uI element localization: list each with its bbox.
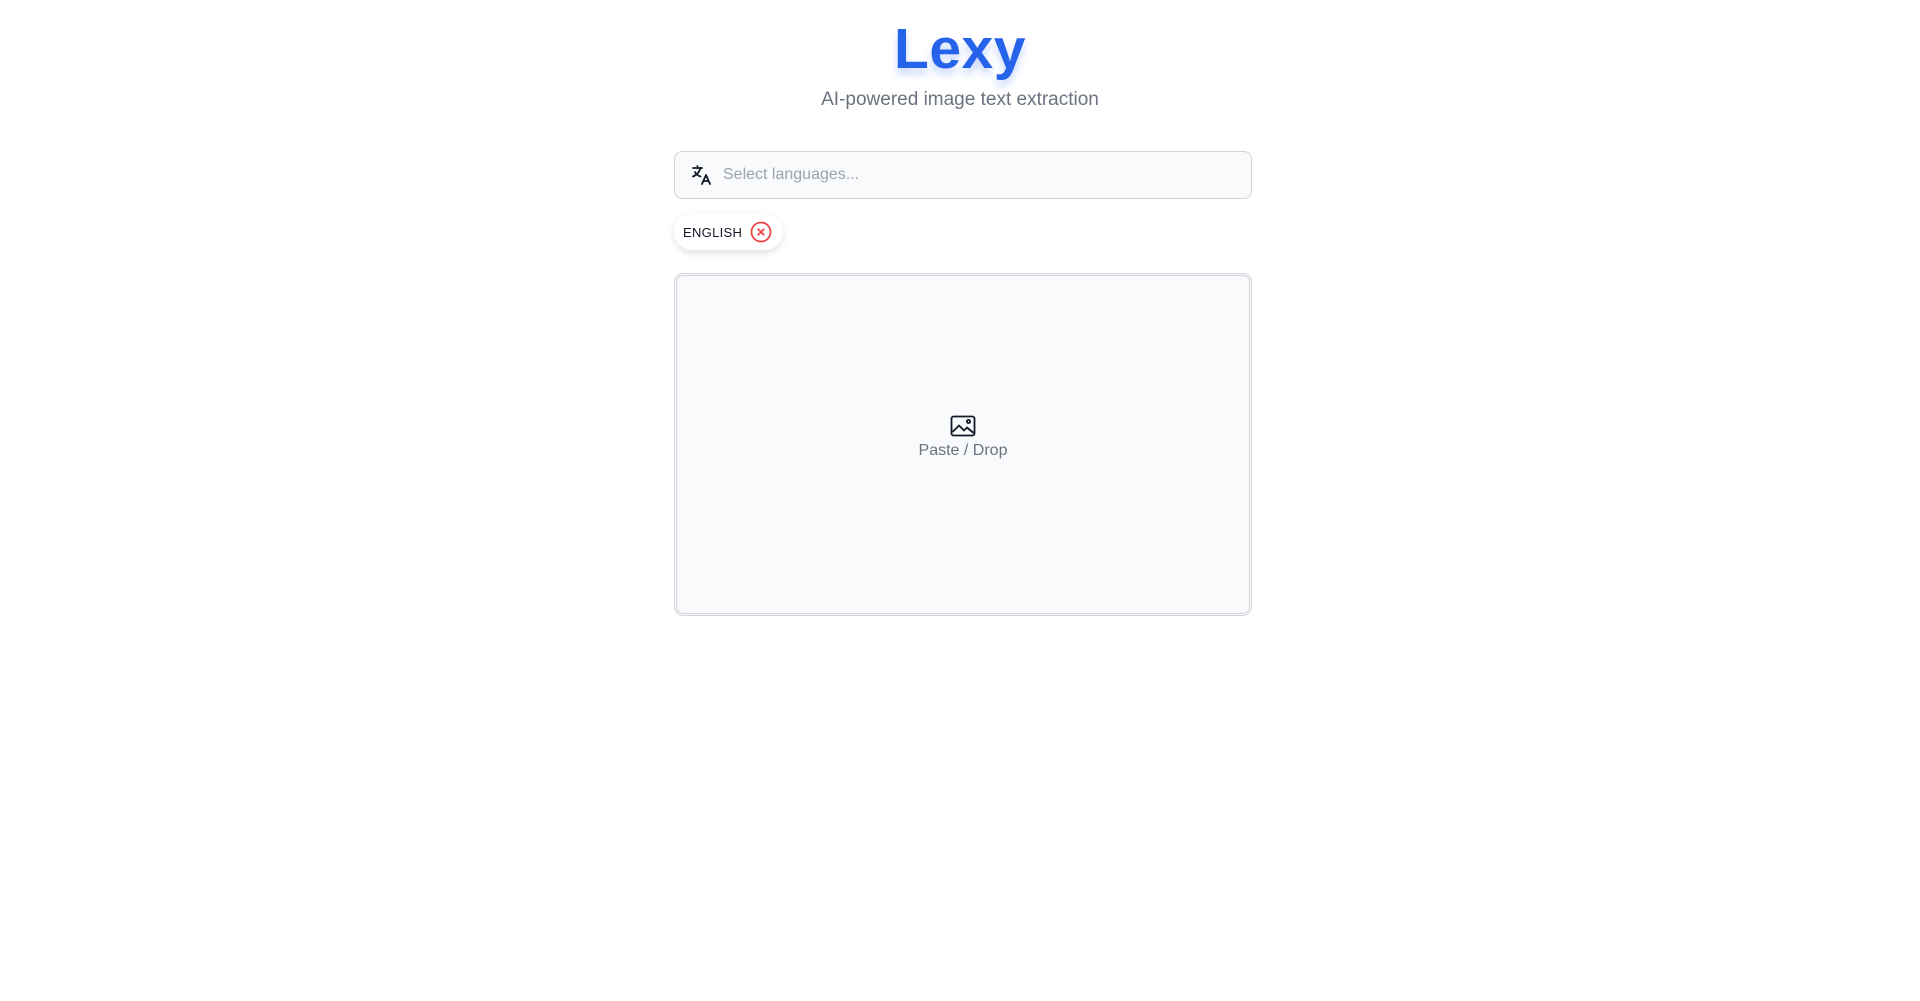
app-title: Lexy xyxy=(894,17,1026,81)
image-dropzone[interactable]: Paste / Drop xyxy=(674,273,1252,616)
close-circle-icon xyxy=(750,221,772,243)
language-search-input[interactable] xyxy=(723,152,1251,198)
translate-icon xyxy=(689,162,715,188)
language-select[interactable] xyxy=(674,151,1252,199)
language-chip-english: ENGLISH xyxy=(674,214,784,250)
image-icon xyxy=(950,415,976,436)
dropzone-label: Paste / Drop xyxy=(918,441,1008,459)
remove-language-button[interactable] xyxy=(749,220,773,244)
app-subtitle: AI-powered image text extraction xyxy=(821,89,1099,110)
app-page: Lexy AI-powered image text extraction EN… xyxy=(0,0,1920,1001)
language-chip-label: ENGLISH xyxy=(683,224,743,240)
